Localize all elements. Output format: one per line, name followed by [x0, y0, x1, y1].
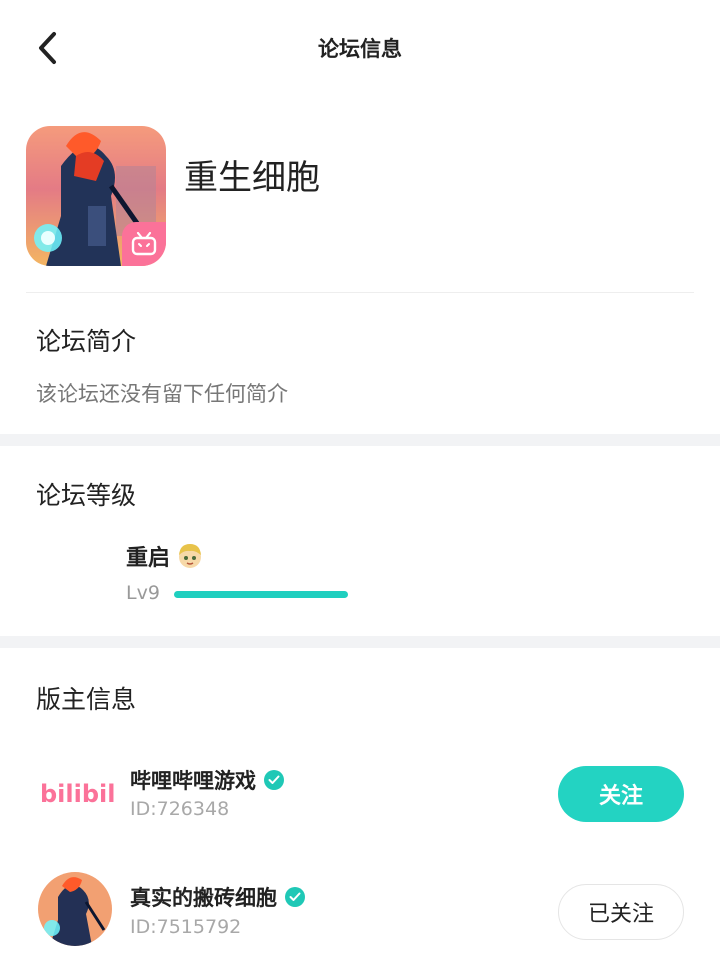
avatar[interactable] — [38, 872, 112, 946]
followed-button[interactable]: 已关注 — [558, 884, 684, 940]
intro-text: 该论坛还没有留下任何简介 — [36, 382, 288, 406]
section-separator — [0, 434, 720, 446]
section-separator — [0, 636, 720, 648]
level-label: Lv9 — [126, 582, 160, 604]
level-section-title: 论坛等级 — [36, 481, 137, 510]
verified-icon — [285, 887, 305, 907]
moderator-id: ID:7515792 — [130, 916, 242, 938]
bilibili-tv-icon — [122, 222, 166, 266]
character-emoji-icon — [179, 544, 202, 568]
moderator-avatar-bilibili: bilibili — [38, 772, 124, 812]
intro-section-title: 论坛简介 — [36, 327, 137, 356]
level-progress-bar — [174, 591, 348, 598]
verified-icon — [264, 770, 284, 790]
moderator-id: ID:726348 — [130, 798, 230, 820]
moderator-name[interactable]: 真实的搬砖细胞 — [130, 882, 305, 912]
bilibili-logo-text: bilibili — [40, 780, 114, 808]
level-rank: 重启 — [126, 540, 204, 572]
forum-icon — [26, 126, 166, 266]
divider — [26, 292, 694, 293]
moderator-section-title: 版主信息 — [36, 685, 137, 714]
forum-name: 重生细胞 — [184, 158, 320, 198]
moderator-name[interactable]: 哔哩哔哩游戏 — [130, 765, 284, 795]
level-rank-name: 重启 — [126, 546, 171, 571]
follow-button[interactable]: 关注 — [558, 766, 684, 822]
page-title: 论坛信息 — [318, 37, 402, 61]
